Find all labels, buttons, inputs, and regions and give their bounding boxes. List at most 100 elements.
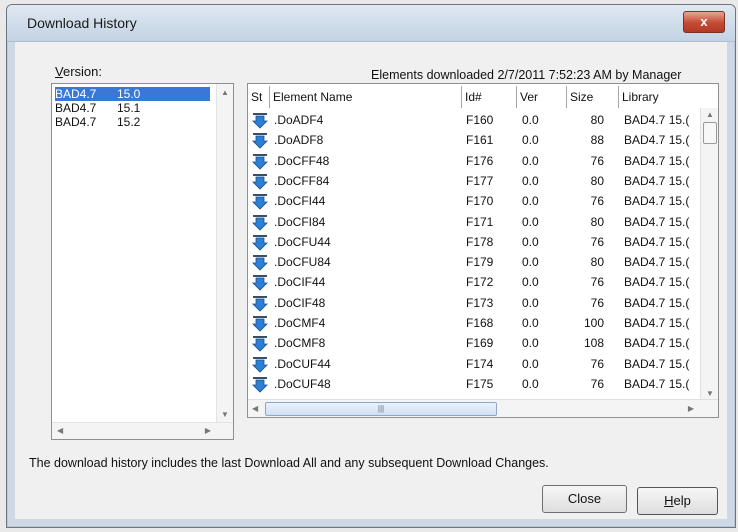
scroll-right-arrow-icon[interactable]: ▶ xyxy=(205,426,211,435)
table-row[interactable]: .DoCFU84 F179 0.0 80 BAD4.7 15.( xyxy=(248,253,698,273)
grid-hscroll-thumb[interactable]: ||| xyxy=(265,402,497,416)
scroll-down-arrow-icon[interactable]: ▼ xyxy=(706,389,714,398)
table-row[interactable]: .DoCFU44 F178 0.0 76 BAD4.7 15.( xyxy=(248,233,698,253)
column-header-size[interactable]: Size xyxy=(566,86,618,108)
close-button[interactable]: Close xyxy=(542,485,627,513)
cell-size: 108 xyxy=(583,336,604,351)
download-icon xyxy=(252,234,268,251)
cell-id: F173 xyxy=(466,295,494,310)
cell-ver: 0.0 xyxy=(522,113,539,127)
cell-name: .DoCUF48 xyxy=(274,376,331,391)
cell-ver: 0.0 xyxy=(522,356,539,371)
scroll-up-arrow-icon[interactable]: ▲ xyxy=(221,88,229,97)
scroll-left-arrow-icon[interactable]: ◀ xyxy=(252,404,258,413)
cell-id: F172 xyxy=(466,275,494,290)
cell-ver: 0.0 xyxy=(522,295,539,310)
cell-name: .DoCFI84 xyxy=(274,214,326,229)
table-row[interactable]: .DoCIF44 F172 0.0 76 BAD4.7 15.( xyxy=(248,273,698,293)
grid-hscrollbar[interactable]: ◀ ||| ▶ xyxy=(248,399,718,417)
scroll-right-arrow-icon[interactable]: ▶ xyxy=(688,404,694,413)
table-row[interactable]: .DoCFI44 F170 0.0 76 BAD4.7 15.( xyxy=(248,192,698,212)
cell-ver: 0.0 xyxy=(522,133,539,148)
table-row[interactable]: .DoCUF48 F175 0.0 76 BAD4.7 15.( xyxy=(248,375,698,395)
table-row[interactable]: .DoCUF44 F174 0.0 76 BAD4.7 15.( xyxy=(248,355,698,375)
version-item-ver: 15.2 xyxy=(117,115,141,129)
elements-grid[interactable]: St Element Name Id# Ver Size Library .Do… xyxy=(247,83,719,418)
grid-vscrollbar[interactable]: ▲ ▼ xyxy=(700,108,718,400)
cell-name: .DoCIF48 xyxy=(274,295,326,310)
cell-name: .DoCMF4 xyxy=(274,316,326,330)
cell-size: 80 xyxy=(590,255,604,270)
version-item-name: BAD4.7 xyxy=(55,87,97,101)
grid-vscroll-thumb[interactable] xyxy=(703,122,717,144)
scroll-up-arrow-icon[interactable]: ▲ xyxy=(706,110,714,119)
cell-ver: 0.0 xyxy=(522,275,539,290)
version-item[interactable]: BAD4.7 15.2 xyxy=(55,115,210,129)
download-icon xyxy=(252,356,268,373)
table-row[interactable]: .DoCFF84 F177 0.0 80 BAD4.7 15.( xyxy=(248,172,698,192)
cell-size: 76 xyxy=(590,153,604,168)
table-row[interactable]: .DoADF4 F160 0.0 80 BAD4.7 15.( xyxy=(248,111,698,131)
download-icon xyxy=(252,316,268,332)
cell-size: 76 xyxy=(590,356,604,371)
version-item[interactable]: BAD4.7 15.0 xyxy=(55,87,210,101)
table-row[interactable]: .DoCMF8 F169 0.0 108 BAD4.7 15.( xyxy=(248,334,698,354)
column-header-library[interactable]: Library xyxy=(618,86,718,108)
cell-id: F170 xyxy=(466,194,494,209)
help-label: elp xyxy=(673,493,691,508)
download-icon xyxy=(252,214,268,231)
column-header-element-name[interactable]: Element Name xyxy=(269,86,461,108)
cell-id: F161 xyxy=(466,133,494,148)
download-icon xyxy=(252,113,268,129)
column-header-st[interactable]: St xyxy=(248,86,269,108)
column-header-id[interactable]: Id# xyxy=(461,86,516,108)
scroll-left-arrow-icon[interactable]: ◀ xyxy=(57,426,63,435)
cell-ver: 0.0 xyxy=(522,173,539,188)
version-item-name: BAD4.7 xyxy=(55,115,97,129)
column-header-ver[interactable]: Ver xyxy=(516,86,566,108)
download-icon xyxy=(252,376,268,393)
download-icon xyxy=(252,173,268,190)
download-icon xyxy=(252,153,268,170)
scroll-down-arrow-icon[interactable]: ▼ xyxy=(221,410,229,419)
cell-size: 100 xyxy=(583,316,604,330)
version-label-text: ersion: xyxy=(62,64,102,79)
title-bar: Download History x xyxy=(7,5,735,42)
cell-size: 80 xyxy=(590,214,604,229)
table-row[interactable]: .DoCIF48 F173 0.0 76 BAD4.7 15.( xyxy=(248,294,698,314)
cell-size: 76 xyxy=(590,234,604,249)
cell-name: .DoCMF8 xyxy=(274,336,326,351)
download-icon xyxy=(252,133,268,149)
version-list-hscrollbar[interactable]: ◀ ▶ xyxy=(52,422,233,439)
cell-id: F174 xyxy=(466,356,494,371)
cell-ver: 0.0 xyxy=(522,255,539,270)
cell-name: .DoCFF84 xyxy=(274,173,330,188)
close-window-button[interactable]: x xyxy=(683,11,725,33)
cell-id: F171 xyxy=(466,214,494,229)
version-label: Version: xyxy=(55,64,102,79)
cell-ver: 0.0 xyxy=(522,214,539,229)
cell-id: F176 xyxy=(466,153,494,168)
version-list[interactable]: BAD4.7 15.0 BAD4.7 15.1 BAD4.7 15.2 ▲ ▼ ◀ ▶ xyxy=(51,83,234,440)
cell-id: F160 xyxy=(466,113,494,127)
cell-ver: 0.0 xyxy=(522,234,539,249)
table-row[interactable]: .DoCFI84 F171 0.0 80 BAD4.7 15.( xyxy=(248,213,698,233)
cell-id: F177 xyxy=(466,173,494,188)
cell-id: F179 xyxy=(466,255,494,270)
table-row[interactable]: .DoCMF4 F168 0.0 100 BAD4.7 15.( xyxy=(248,314,698,334)
help-button[interactable]: Help xyxy=(637,487,718,515)
cell-size: 80 xyxy=(590,113,604,127)
version-list-vscrollbar[interactable]: ▲ ▼ xyxy=(216,84,233,423)
help-mnemonic: H xyxy=(664,493,674,508)
version-item[interactable]: BAD4.7 15.1 xyxy=(55,101,210,115)
version-item-ver: 15.0 xyxy=(117,87,141,101)
window-title: Download History xyxy=(27,15,137,31)
cell-ver: 0.0 xyxy=(522,153,539,168)
cell-name: .DoCFI44 xyxy=(274,194,326,209)
version-item-ver: 15.1 xyxy=(117,101,141,115)
table-row[interactable]: .DoADF8 F161 0.0 88 BAD4.7 15.( xyxy=(248,131,698,151)
cell-size: 88 xyxy=(590,133,604,148)
table-row[interactable]: .DoCFF48 F176 0.0 76 BAD4.7 15.( xyxy=(248,152,698,172)
cell-id: F178 xyxy=(466,234,494,249)
cell-size: 76 xyxy=(590,376,604,391)
